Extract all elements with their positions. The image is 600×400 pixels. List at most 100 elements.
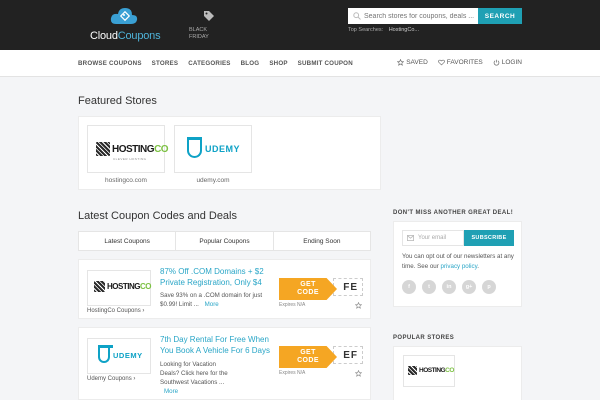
brand-name: CloudCoupons: [90, 30, 161, 42]
store-card-udemy[interactable]: UDEMY: [174, 125, 252, 173]
privacy-policy-link[interactable]: privacy policy: [441, 263, 478, 270]
hostingco-mark-icon: [96, 142, 110, 156]
twitter-icon[interactable]: t: [422, 280, 436, 294]
hostingco-wordmark-accent: CO: [139, 282, 152, 291]
get-code-label-line-2: CODE: [297, 289, 319, 296]
top-search-link[interactable]: HostingCo...: [389, 27, 419, 33]
coupon-title[interactable]: 87% Off .COM Domains + $2 Private Regist…: [160, 267, 280, 288]
black-friday-label: BLACK FRIDAY: [189, 27, 209, 40]
coupon-card: UDEMY Udemy Coupons › 7th Day Rental For…: [78, 327, 371, 400]
site-logo[interactable]: CloudCoupons: [88, 6, 161, 44]
optout-end: .: [477, 262, 479, 270]
get-code-label-line-2: CODE: [297, 357, 319, 364]
get-code-button[interactable]: EF GET CODE: [279, 346, 363, 368]
coupon-store-logo[interactable]: UDEMY: [87, 338, 151, 374]
coupon-card: HOSTINGCO HostingCo Coupons › 87% Off .C…: [78, 259, 371, 319]
tab-popular-coupons[interactable]: Popular Coupons: [176, 232, 274, 250]
tab-latest-coupons[interactable]: Latest Coupons: [79, 232, 177, 250]
latest-coupons-heading: Latest Coupon Codes and Deals: [78, 210, 237, 222]
hostingco-wordmark: HOSTINGCO: [419, 367, 454, 374]
google-plus-icon[interactable]: g+: [462, 280, 476, 294]
subscribe-button[interactable]: SUBSCRIBE: [464, 230, 514, 246]
hostingco-logo: HOSTINGCO: [96, 142, 169, 156]
tab-ending-soon[interactable]: Ending Soon: [274, 232, 370, 250]
coupon-store-logo[interactable]: HOSTINGCO: [87, 270, 151, 306]
brand-part-1: Cloud: [90, 30, 118, 42]
save-star-icon[interactable]: [355, 370, 362, 377]
coupon-more-link[interactable]: More: [164, 388, 178, 395]
saved-link[interactable]: SAVED: [397, 59, 428, 66]
nav-links: BROWSE COUPONS STORES CATEGORIES BLOG SH…: [78, 60, 363, 67]
search-icon: [353, 12, 361, 20]
udemy-wordmark: UDEMY: [113, 351, 143, 360]
saved-label: SAVED: [406, 59, 428, 66]
top-header: CloudCoupons BLACK FRIDAY SEARCH Top Sea…: [0, 0, 600, 50]
code-peek: EF: [333, 346, 363, 364]
newsletter-panel: Your email SUBSCRIBE You can opt out of …: [393, 221, 522, 307]
get-code-label: GET CODE: [279, 346, 337, 368]
nav-stores[interactable]: STORES: [152, 60, 179, 67]
envelope-icon: [407, 235, 414, 241]
hostingco-wordmark-main: HOSTING: [419, 367, 446, 374]
top-searches: Top Searches: HostingCo...: [348, 27, 419, 33]
save-star-icon[interactable]: [355, 302, 362, 309]
coupon-description: Save 93% on a .COM domain for just $0.99…: [160, 292, 263, 308]
udemy-mark-icon: [97, 345, 113, 363]
hostingco-wordmark-main: HOSTING: [112, 143, 155, 155]
hostingco-wordmark: HOSTINGCO: [112, 143, 169, 155]
coupon-expires: Expires N/A: [279, 302, 306, 308]
nav-submit-coupon[interactable]: SUBMIT COUPON: [298, 60, 353, 67]
udemy-mark-icon: [186, 137, 202, 158]
search-button[interactable]: SEARCH: [478, 8, 522, 24]
newsletter-email-input[interactable]: Your email: [402, 230, 464, 246]
coupon-store-link[interactable]: Udemy Coupons ›: [87, 376, 135, 382]
hostingco-wordmark-main: HOSTING: [107, 282, 140, 291]
cloud-logo-icon: [110, 8, 138, 24]
coupon-more-link[interactable]: More: [205, 301, 219, 308]
coupon-tabs: Latest Coupons Popular Coupons Ending So…: [78, 231, 371, 251]
hostingco-wordmark-accent: CO: [154, 143, 169, 155]
pinterest-icon[interactable]: p: [482, 280, 496, 294]
udemy-logo: UDEMY: [186, 137, 240, 158]
tag-icon: [204, 11, 214, 21]
hostingco-logo: HOSTINGCO: [408, 366, 454, 375]
favorites-link[interactable]: FAVORITES: [437, 59, 483, 66]
newsletter-optout-text: You can opt out of our newsletters at an…: [402, 252, 520, 271]
login-link[interactable]: LOGIN: [493, 59, 522, 66]
store-name-hostingco[interactable]: hostingco.com: [87, 177, 165, 184]
heart-icon: [437, 59, 445, 66]
social-links: f t in g+ p: [402, 280, 502, 294]
store-name-udemy[interactable]: udemy.com: [174, 177, 252, 184]
get-code-label-line-1: GET: [300, 281, 316, 288]
newsletter-title: DON'T MISS ANOTHER GREAT DEAL!: [393, 210, 514, 216]
coupon-store-link[interactable]: HostingCo Coupons ›: [87, 308, 144, 314]
search-bar: SEARCH: [348, 8, 522, 24]
facebook-icon[interactable]: f: [402, 280, 416, 294]
hostingco-mark-icon: [94, 281, 105, 292]
store-card-hostingco[interactable]: HOSTINGCO CLEVER HOSTING: [87, 125, 169, 173]
star-icon: [397, 59, 405, 66]
nav-browse-coupons[interactable]: BROWSE COUPONS: [78, 60, 142, 67]
get-code-button[interactable]: FE GET CODE: [279, 278, 363, 300]
hostingco-wordmark-accent: CO: [445, 367, 454, 374]
hostingco-mark-icon: [408, 366, 417, 375]
nav-shop[interactable]: SHOP: [269, 60, 287, 67]
linkedin-icon[interactable]: in: [442, 280, 456, 294]
nav-blog[interactable]: BLOG: [241, 60, 260, 67]
nav-categories[interactable]: CATEGORIES: [188, 60, 230, 67]
hostingco-wordmark: HOSTINGCO: [107, 282, 151, 291]
favorites-label: FAVORITES: [446, 59, 483, 66]
code-peek: FE: [333, 278, 363, 296]
get-code-label-line-1: GET: [300, 349, 316, 356]
featured-stores-panel: HOSTINGCO CLEVER HOSTING hostingco.com U…: [78, 116, 381, 190]
brand-part-2: Coupons: [117, 30, 161, 42]
login-label: LOGIN: [501, 59, 522, 66]
popular-store-hostingco[interactable]: HOSTINGCO: [403, 355, 455, 387]
coupon-expires: Expires N/A: [279, 370, 306, 376]
coupon-description: Looking for Vacation Deals? Click here f…: [160, 360, 232, 396]
udemy-logo: UDEMY: [97, 345, 143, 363]
search-input[interactable]: [348, 8, 478, 24]
popular-stores-panel: HOSTINGCO: [393, 346, 522, 400]
coupon-title[interactable]: 7th Day Rental For Free When You Book A …: [160, 335, 280, 356]
coupon-description-text: Looking for Vacation Deals? Click here f…: [160, 361, 228, 386]
